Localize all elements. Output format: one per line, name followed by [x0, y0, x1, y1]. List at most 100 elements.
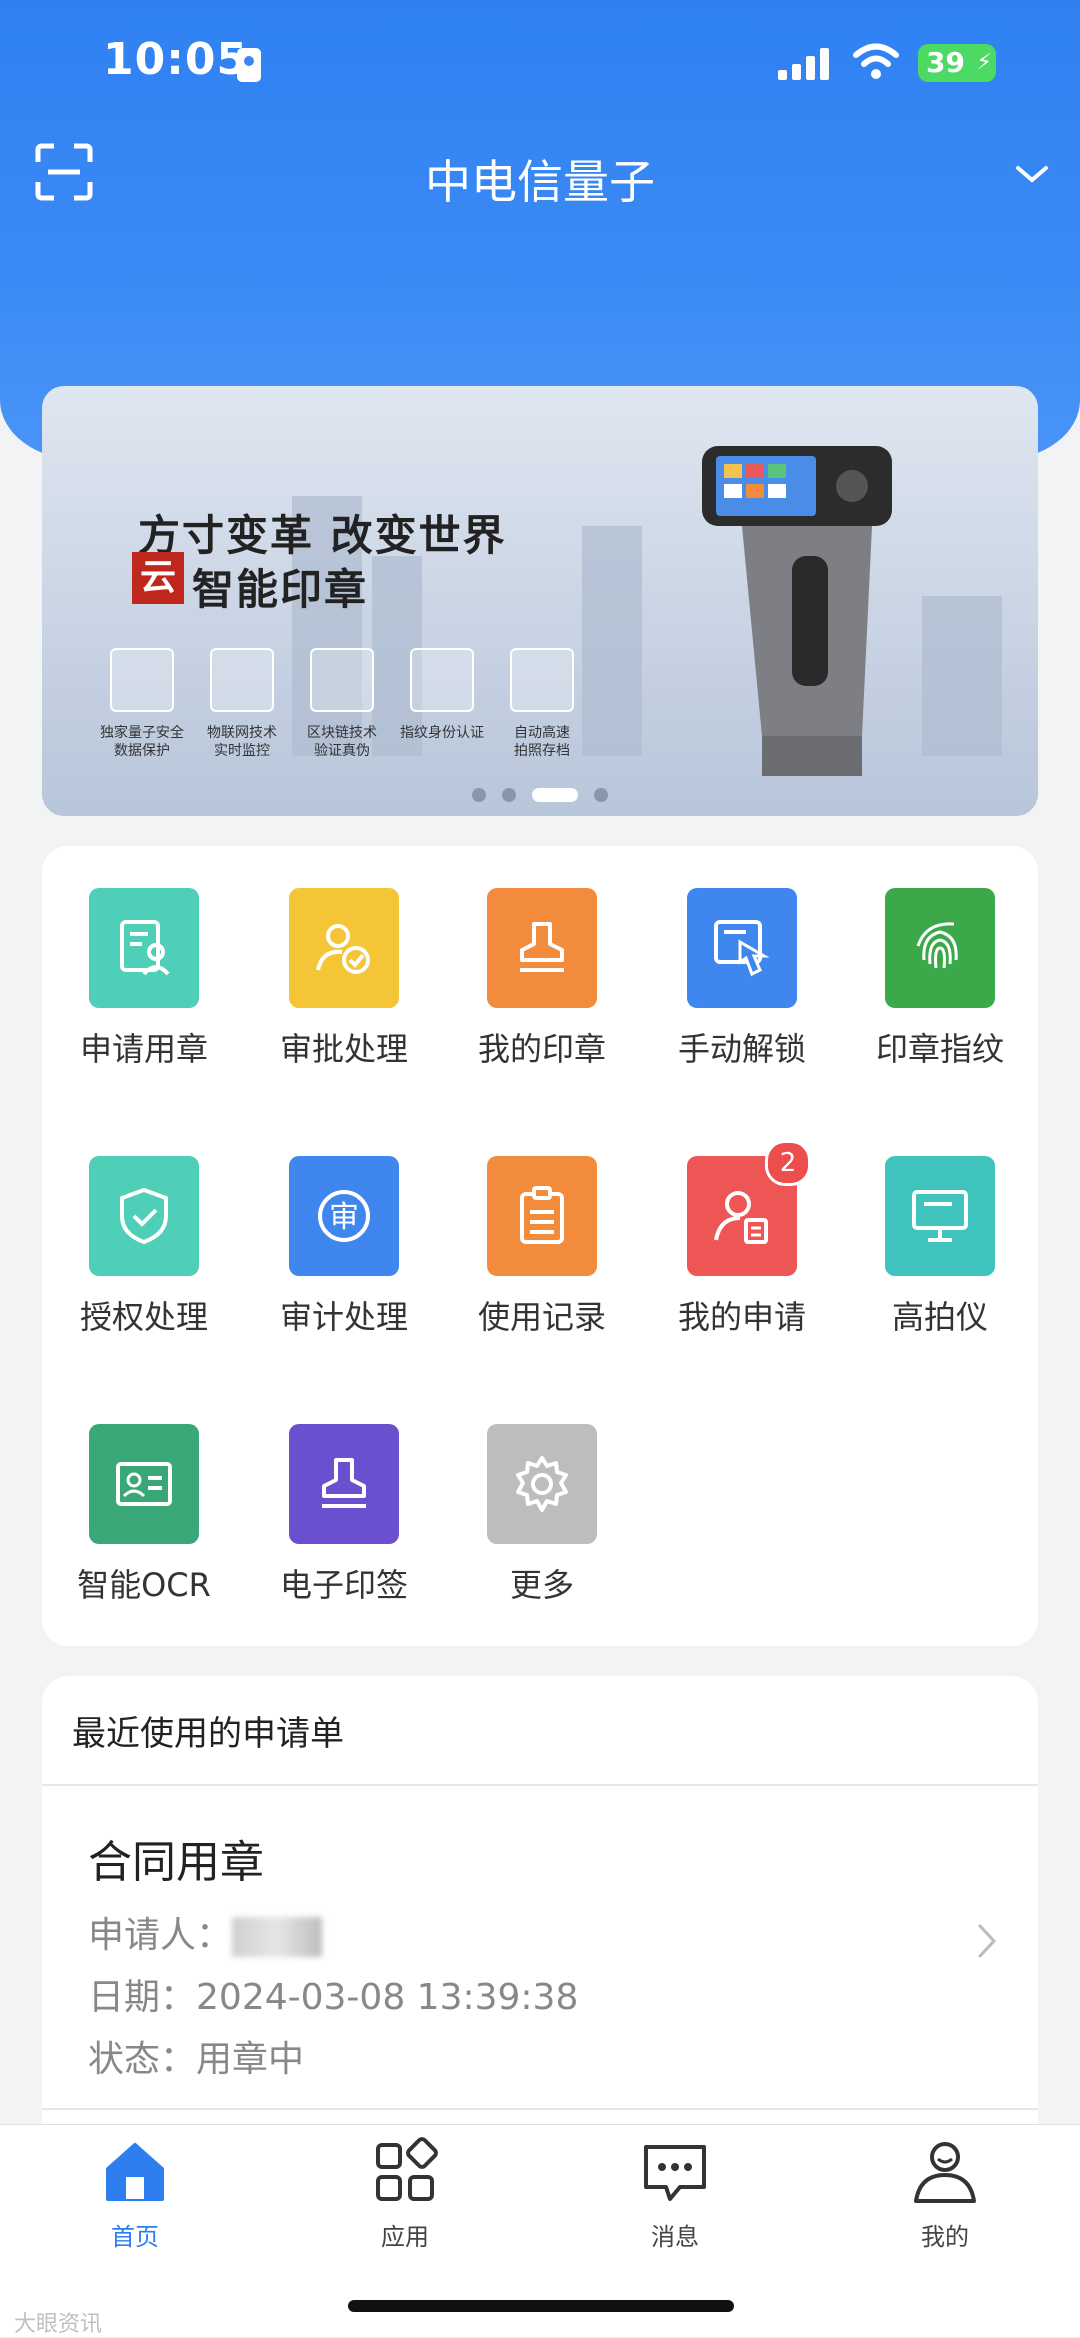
section-title: 最近使用的申请单 [72, 1714, 344, 1754]
status-label: 状态： [88, 2039, 197, 2080]
carousel-dot[interactable] [472, 788, 486, 802]
app-seal-fingerprint[interactable]: 印章指纹 [860, 888, 1020, 1070]
blockchain-icon [310, 648, 374, 712]
smart-seal-device-image [702, 446, 892, 776]
app-label: 手动解锁 [677, 1030, 806, 1068]
app-label: 印章指纹 [875, 1030, 1004, 1068]
app-my-seals[interactable]: 我的印章 [462, 888, 622, 1070]
wifi-icon [853, 43, 899, 79]
audit-icon: 审 [289, 1156, 399, 1276]
user-doc-icon: 2 [687, 1140, 811, 1276]
status-row: 状态：用章中 [88, 2030, 304, 2082]
app-manual-unlock[interactable]: 手动解锁 [662, 888, 822, 1070]
status-time: 10:05 [103, 34, 249, 85]
banner-feature: 自动高速 拍照存档 [487, 648, 597, 760]
banner-headline: 方寸变革 改变世界 [138, 511, 507, 560]
shield-icon [110, 648, 174, 712]
contact-card-icon [237, 48, 261, 82]
app-label: 申请用章 [79, 1030, 208, 1068]
feature-text: 拍照存档 [514, 743, 570, 759]
nav-home[interactable]: 首页 [55, 2137, 215, 2252]
app-smart-ocr[interactable]: 智能OCR [64, 1424, 224, 1606]
status-bar: 10:05 39 [0, 0, 1080, 120]
nav-label: 应用 [381, 2223, 429, 2251]
carousel-dot[interactable] [594, 788, 608, 802]
feature-text: 验证真伪 [314, 743, 370, 759]
app-e-signature[interactable]: 电子印签 [264, 1424, 424, 1606]
banner-feature: 物联网技术 实时监控 [187, 648, 297, 760]
carousel-dot[interactable] [502, 788, 516, 802]
nav-label: 消息 [651, 2223, 699, 2251]
application-type: 合同用章 [88, 1837, 264, 1888]
carousel-dot-active[interactable] [532, 788, 578, 802]
applicant-row: 申请人： [88, 1906, 323, 1958]
date-label: 日期： [88, 1977, 197, 2018]
app-authorization[interactable]: 授权处理 [64, 1156, 224, 1338]
home-icon [106, 2143, 164, 2201]
status-value: 用章中 [196, 2039, 305, 2080]
message-icon [644, 2145, 706, 2201]
feature-text: 区块链技术 [307, 725, 377, 741]
banner-feature: 区块链技术 验证真伪 [287, 648, 397, 760]
clipboard-icon [487, 1156, 597, 1276]
city-skyline [922, 596, 1002, 756]
feature-text: 指纹身份认证 [400, 725, 484, 741]
app-label: 我的申请 [677, 1298, 806, 1336]
app-audit[interactable]: 审 审计处理 [264, 1156, 424, 1338]
carousel-indicator[interactable] [42, 788, 1038, 802]
app-approval[interactable]: 审批处理 [264, 888, 424, 1070]
applicant-label: 申请人： [88, 1915, 233, 1956]
user-check-icon [289, 888, 399, 1008]
feature-text: 实时监控 [214, 743, 270, 759]
recent-applications: 最近使用的申请单 合同用章 申请人： 日期：2024-03-08 13:39:3… [42, 1676, 1038, 2126]
promo-banner[interactable]: 方寸变革 改变世界 云 智能印章 独家量子安全 数据保护 物联网技术 实时监控 区块… [42, 386, 1038, 816]
chevron-down-icon[interactable] [1010, 156, 1054, 192]
stamp-icon [487, 888, 597, 1008]
form-person-icon [89, 888, 199, 1008]
nav-messages[interactable]: 消息 [595, 2137, 755, 2252]
date-row: 日期：2024-03-08 13:39:38 [88, 1968, 578, 2020]
fingerprint-icon [410, 648, 474, 712]
user-icon [914, 2142, 976, 2203]
app-label: 授权处理 [79, 1298, 208, 1336]
touch-unlock-icon [687, 888, 797, 1008]
fingerprint-icon [885, 888, 995, 1008]
apps-grid-icon [376, 2137, 438, 2201]
watermark: 大眼资讯 [14, 2312, 103, 2337]
nav-label: 首页 [111, 2223, 159, 2251]
e-stamp-icon [289, 1424, 399, 1544]
app-label: 审批处理 [279, 1030, 408, 1068]
home-indicator[interactable] [348, 2300, 734, 2312]
nav-profile[interactable]: 我的 [865, 2137, 1025, 2252]
shield-check-icon [89, 1156, 199, 1276]
feature-text: 自动高速 [514, 725, 570, 741]
monitor-icon [885, 1156, 995, 1276]
camera-icon [510, 648, 574, 712]
nav-label: 我的 [921, 2223, 969, 2251]
app-label: 我的印章 [477, 1030, 606, 1068]
app-label: 审计处理 [279, 1298, 408, 1336]
applicant-name-redacted [232, 1917, 323, 1957]
nav-apps[interactable]: 应用 [325, 2137, 485, 2252]
divider [42, 1784, 1038, 1786]
app-label: 高拍仪 [891, 1298, 988, 1336]
id-card-icon [89, 1424, 199, 1544]
banner-feature: 指纹身份认证 [387, 648, 497, 742]
chevron-right-icon[interactable] [972, 1916, 1002, 1966]
battery-indicator: 39 [918, 44, 996, 82]
app-document-camera[interactable]: 高拍仪 [860, 1156, 1020, 1338]
gear-icon [487, 1424, 597, 1544]
banner-feature: 独家量子安全 数据保护 [87, 648, 197, 760]
app-grid: 申请用章 审批处理 我的印章 手动解锁 印章指纹 授权处理 审 审计处理 使用记… [42, 846, 1038, 1646]
feature-text: 物联网技术 [207, 725, 277, 741]
feature-text: 独家量子安全 [100, 725, 184, 741]
app-more[interactable]: 更多 [462, 1424, 622, 1606]
app-label: 电子印签 [279, 1566, 408, 1604]
app-apply-seal[interactable]: 申请用章 [64, 888, 224, 1070]
notification-badge: 2 [765, 1140, 811, 1186]
monitor-eye-icon [210, 648, 274, 712]
cellular-signal-icon [778, 46, 834, 80]
app-label: 智能OCR [77, 1566, 211, 1604]
app-my-applications[interactable]: 2 我的申请 [662, 1140, 822, 1338]
app-usage-records[interactable]: 使用记录 [462, 1156, 622, 1338]
